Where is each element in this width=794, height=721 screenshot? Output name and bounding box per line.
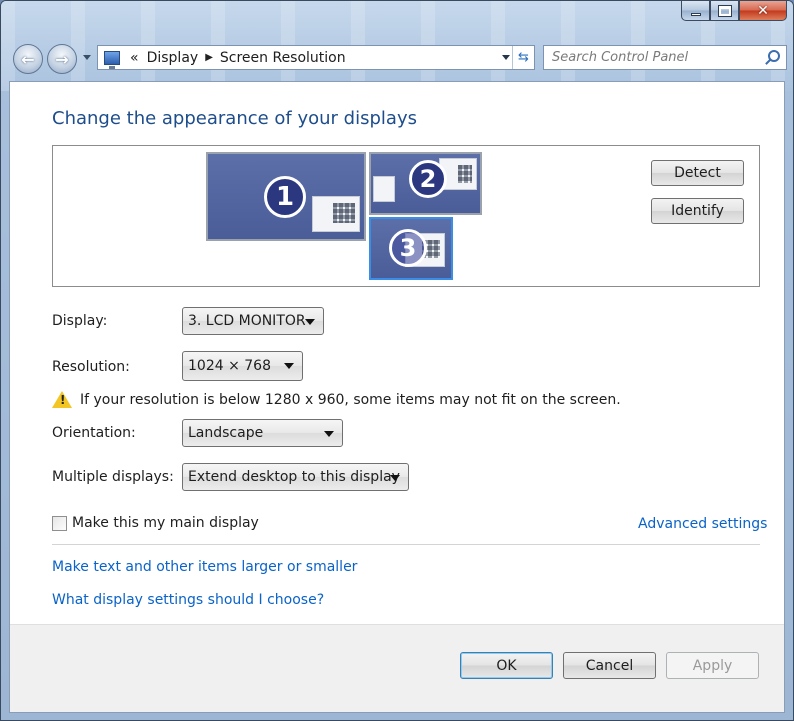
text-size-link[interactable]: Make text and other items larger or smal…	[52, 559, 357, 575]
forward-arrow-icon: →	[55, 49, 69, 69]
minimize-button[interactable]	[681, 1, 710, 21]
ok-button[interactable]: OK	[460, 652, 553, 679]
resolution-dropdown-value: 1024 × 768	[188, 358, 271, 374]
orientation-dropdown-value: Landscape	[188, 425, 264, 441]
chevron-down-icon	[324, 431, 334, 437]
maximize-button[interactable]	[710, 1, 739, 21]
minimize-icon	[690, 12, 701, 16]
display-label: Display:	[52, 313, 108, 329]
back-arrow-icon: ←	[21, 49, 35, 69]
close-button[interactable]: ✕	[739, 1, 787, 21]
monitor-2-number: 2	[409, 160, 447, 198]
breadcrumb-screen-resolution[interactable]: Screen Resolution	[216, 50, 350, 66]
chevron-down-icon	[284, 363, 294, 369]
orientation-dropdown[interactable]: Landscape	[182, 419, 343, 447]
warning-icon	[52, 391, 72, 408]
chevron-down-icon	[305, 319, 315, 325]
maximize-icon	[717, 4, 732, 17]
monitor-1[interactable]: 1	[206, 152, 366, 241]
resolution-dropdown[interactable]: 1024 × 768	[182, 351, 303, 381]
address-bar[interactable]: « Display ▶ Screen Resolution ⇆	[97, 45, 535, 70]
multiple-displays-dropdown[interactable]: Extend desktop to this display	[182, 463, 409, 491]
main-display-checkbox-label[interactable]: Make this my main display	[72, 515, 259, 531]
control-panel-display-icon	[104, 50, 120, 69]
main-display-checkbox[interactable]	[52, 515, 67, 531]
multiple-displays-label: Multiple displays:	[52, 469, 174, 485]
cancel-button[interactable]: Cancel	[563, 652, 656, 679]
monitor-2[interactable]: 2	[369, 152, 482, 215]
resolution-warning: If your resolution is below 1280 x 960, …	[52, 391, 621, 408]
page-title: Change the appearance of your displays	[52, 108, 417, 129]
search-input[interactable]	[544, 46, 754, 69]
identify-button[interactable]: Identify	[651, 198, 744, 224]
chevron-down-icon	[390, 475, 400, 481]
multiple-displays-dropdown-value: Extend desktop to this display	[188, 469, 400, 485]
close-icon: ✕	[757, 2, 769, 19]
search-box[interactable]	[543, 45, 787, 70]
refresh-icon: ⇆	[518, 50, 529, 65]
orientation-label: Orientation:	[52, 425, 136, 441]
detect-button[interactable]: Detect	[651, 160, 744, 186]
breadcrumb-separator-icon[interactable]: ▶	[202, 52, 216, 63]
screen-resolution-window: ✕ ← → « Display ▶ Screen Resolution ⇆ Ch…	[0, 0, 794, 721]
monitor-1-window-thumbnail	[312, 196, 360, 232]
refresh-button[interactable]: ⇆	[512, 46, 534, 69]
content-pane: Change the appearance of your displays 1…	[9, 81, 785, 713]
monitor-3[interactable]: 3	[369, 217, 453, 280]
display-dropdown[interactable]: 3. LCD MONITOR	[182, 307, 324, 335]
dialog-footer: OK Cancel Apply	[10, 624, 784, 712]
monitor-1-number: 1	[264, 176, 306, 218]
monitor-arrangement-area: 1 2 3 Detect Identify	[52, 145, 760, 287]
main-display-checkbox-row[interactable]: Make this my main display	[52, 515, 259, 531]
resolution-warning-text: If your resolution is below 1280 x 960, …	[80, 391, 621, 408]
address-dropdown-icon[interactable]	[502, 55, 510, 60]
recent-pages-dropdown-icon[interactable]	[83, 55, 91, 60]
forward-button[interactable]: →	[47, 44, 77, 74]
apply-button[interactable]: Apply	[666, 652, 759, 679]
back-button[interactable]: ←	[13, 44, 43, 74]
breadcrumb-overflow[interactable]: «	[126, 50, 143, 66]
breadcrumb-display[interactable]: Display	[143, 50, 203, 66]
divider	[52, 544, 760, 545]
display-settings-help-link[interactable]: What display settings should I choose?	[52, 592, 324, 608]
monitor-2-window-thumbnail-left	[373, 176, 395, 202]
navigation-bar: ← → « Display ▶ Screen Resolution ⇆	[11, 41, 787, 75]
advanced-settings-link[interactable]: Advanced settings	[638, 516, 767, 532]
caption-buttons: ✕	[681, 1, 787, 27]
resolution-label: Resolution:	[52, 359, 130, 375]
display-dropdown-value: 3. LCD MONITOR	[188, 313, 306, 329]
monitor-3-number: 3	[389, 229, 427, 267]
search-icon[interactable]	[768, 50, 780, 62]
